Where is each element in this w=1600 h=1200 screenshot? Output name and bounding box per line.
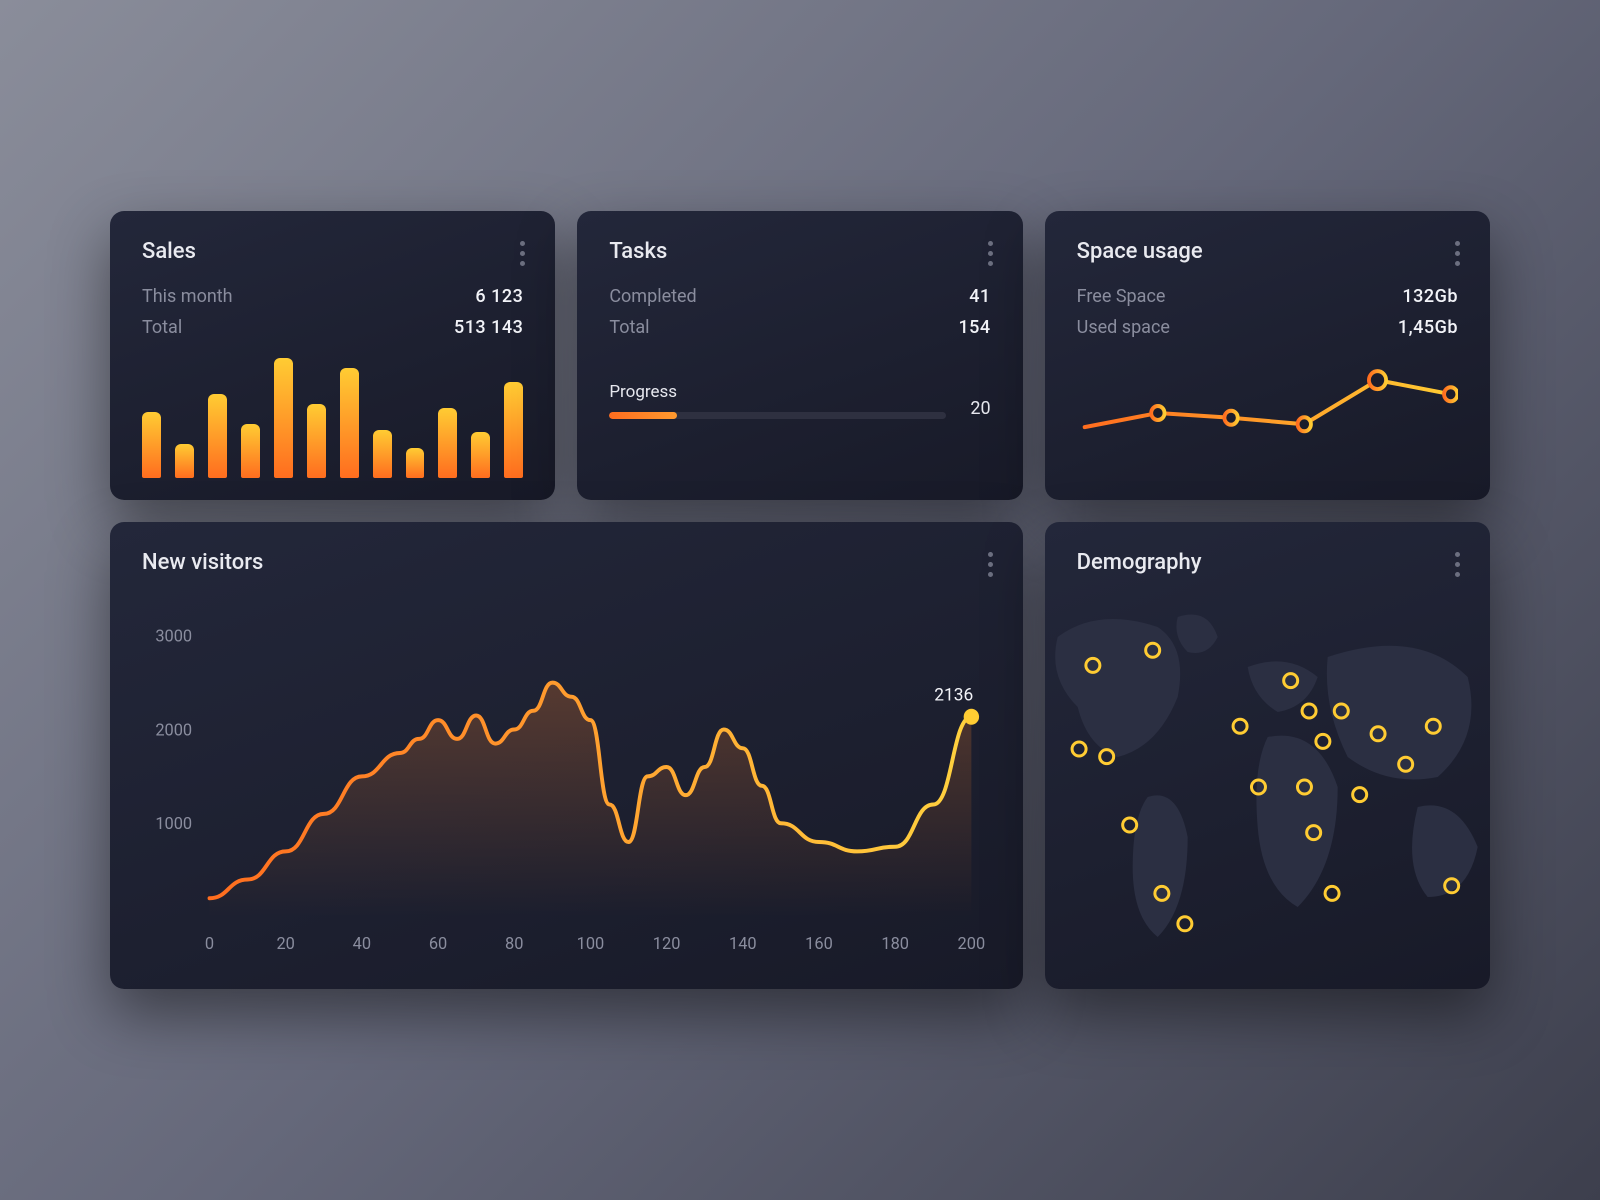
svg-text:180: 180 (881, 935, 909, 954)
stat-row: Total 154 (609, 317, 990, 338)
more-icon[interactable] (516, 237, 529, 270)
svg-text:140: 140 (729, 935, 757, 954)
map-marker (1122, 818, 1136, 832)
map-marker (1325, 886, 1339, 900)
bar (406, 448, 425, 478)
bar (307, 404, 326, 478)
svg-text:60: 60 (429, 935, 447, 954)
svg-text:120: 120 (653, 935, 681, 954)
bar (373, 430, 392, 478)
svg-text:1000: 1000 (155, 815, 192, 834)
stat-row: Free Space 132Gb (1077, 286, 1458, 307)
space-usage-card: Space usage Free Space 132Gb Used space … (1045, 211, 1490, 500)
visitors-chart: 1000 2000 3000 0 20 40 60 80 100 120 140 160 180 200 2… (142, 597, 991, 957)
bar (438, 408, 457, 478)
stat-value: 6 123 (475, 286, 523, 307)
svg-text:40: 40 (353, 935, 371, 954)
stat-value: 513 143 (454, 317, 523, 338)
svg-text:100: 100 (577, 935, 605, 954)
stat-value: 41 (969, 286, 990, 307)
stat-value: 132Gb (1402, 286, 1458, 307)
visitors-end-label: 2136 (934, 685, 973, 705)
stat-label: Total (142, 317, 182, 338)
stat-value: 154 (958, 317, 990, 338)
progress-track (609, 412, 946, 419)
land-shapes (1055, 615, 1478, 938)
progress-label: Progress (609, 382, 946, 402)
dashboard: Sales This month 6 123 Total 513 143 Tas… (110, 211, 1490, 989)
svg-text:3000: 3000 (155, 627, 192, 646)
map-marker (1233, 719, 1247, 733)
card-title: Sales (142, 239, 523, 264)
more-icon[interactable] (1451, 548, 1464, 581)
visitors-card: New visitors 1000 2000 3000 0 20 40 60 80 100 120… (110, 522, 1023, 989)
sales-card: Sales This month 6 123 Total 513 143 (110, 211, 555, 500)
stat-label: Used space (1077, 317, 1170, 338)
map-marker (1302, 704, 1316, 718)
svg-text:200: 200 (958, 935, 986, 954)
tasks-card: Tasks Completed 41 Total 154 Progress 20 (577, 211, 1022, 500)
map-marker (1178, 917, 1192, 931)
bar (274, 358, 293, 478)
bar (175, 444, 194, 478)
bar (504, 382, 523, 478)
card-title: Tasks (609, 239, 990, 264)
bar (471, 432, 490, 478)
world-map (1045, 597, 1490, 977)
stat-label: Total (609, 317, 649, 338)
map-marker (1352, 788, 1366, 802)
stat-row: Completed 41 (609, 286, 990, 307)
more-icon[interactable] (984, 237, 997, 270)
stat-row: Total 513 143 (142, 317, 523, 338)
map-marker (1316, 734, 1330, 748)
bar (208, 394, 227, 478)
card-title: Demography (1077, 550, 1458, 575)
stat-label: This month (142, 286, 233, 307)
stat-label: Free Space (1077, 286, 1166, 307)
progress-value: 20 (970, 398, 990, 419)
space-line-chart (1077, 358, 1458, 468)
map-marker (1072, 742, 1086, 756)
svg-text:20: 20 (276, 935, 294, 954)
svg-text:80: 80 (505, 935, 523, 954)
card-title: Space usage (1077, 239, 1458, 264)
progress-row: Progress 20 (609, 382, 990, 419)
sales-bar-chart (142, 358, 523, 478)
bar (241, 424, 260, 478)
card-title: New visitors (142, 550, 991, 575)
demography-card: Demography (1045, 522, 1490, 989)
svg-text:2000: 2000 (155, 721, 192, 740)
more-icon[interactable] (984, 548, 997, 581)
progress-fill (609, 412, 676, 419)
bar (142, 412, 161, 478)
stat-row: Used space 1,45Gb (1077, 317, 1458, 338)
more-icon[interactable] (1451, 237, 1464, 270)
bar (340, 368, 359, 478)
svg-text:160: 160 (805, 935, 833, 954)
svg-text:0: 0 (205, 935, 214, 954)
stat-row: This month 6 123 (142, 286, 523, 307)
stat-value: 1,45Gb (1398, 317, 1458, 338)
stat-label: Completed (609, 286, 696, 307)
